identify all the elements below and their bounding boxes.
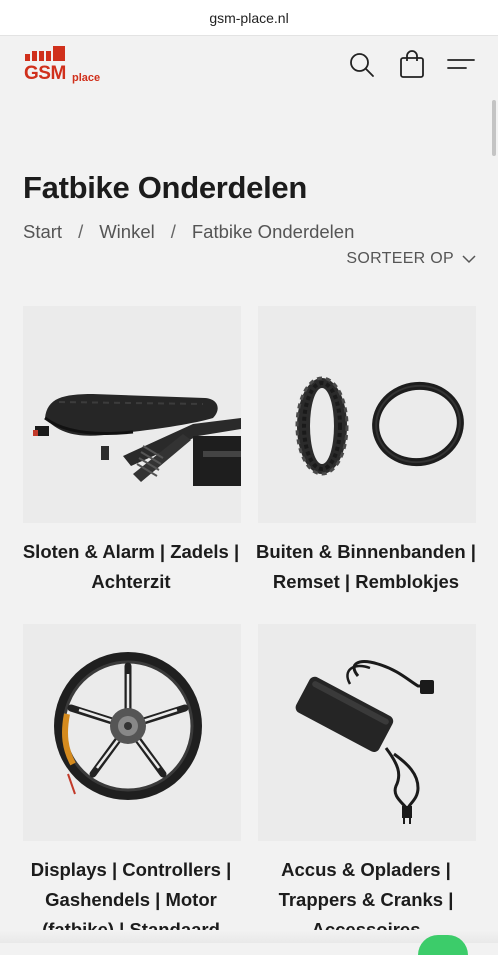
category-image-wheel[interactable] bbox=[23, 624, 241, 841]
breadcrumb: Start / Winkel / Fatbike Onderdelen bbox=[23, 221, 354, 243]
category-title-tires[interactable]: Buiten & Binnenbanden | Remset | Remblok… bbox=[248, 537, 484, 597]
breadcrumb-separator: / bbox=[78, 221, 84, 242]
logo-text-place: place bbox=[72, 72, 101, 84]
sort-dropdown[interactable]: SORTEER OP bbox=[346, 250, 476, 268]
battery-charger-image bbox=[295, 660, 434, 824]
cart-button[interactable] bbox=[397, 50, 427, 80]
browser-address-bar[interactable]: gsm-place.nl bbox=[0, 0, 498, 36]
page-scrollbar[interactable] bbox=[492, 100, 496, 156]
category-title-line: Remset | Remblokjes bbox=[272, 571, 460, 592]
logo-bars-graphic bbox=[25, 46, 65, 61]
chevron-down-icon bbox=[462, 255, 476, 264]
category-title-line: Buiten & Binnenbanden | bbox=[256, 541, 476, 562]
breadcrumb-current: Fatbike Onderdelen bbox=[191, 221, 355, 242]
category-title-seat[interactable]: Sloten & Alarm | Zadels | Achterzit bbox=[13, 537, 249, 597]
search-icon bbox=[350, 53, 374, 77]
category-title-line: Sloten & Alarm | Zadels | bbox=[22, 541, 240, 562]
fatbike-seat-image bbox=[33, 394, 241, 486]
search-button[interactable] bbox=[347, 50, 377, 80]
sort-label: SORTEER OP bbox=[346, 250, 454, 267]
menu-button[interactable] bbox=[446, 50, 476, 80]
url-text: gsm-place.nl bbox=[209, 9, 289, 26]
category-title-line: Gashendels | Motor bbox=[45, 889, 217, 910]
gsm-place-logo[interactable]: GSM place bbox=[24, 46, 114, 86]
breadcrumb-separator: / bbox=[170, 221, 176, 242]
shopping-bag-icon bbox=[400, 50, 424, 78]
page-title: Fatbike Onderdelen bbox=[23, 170, 307, 205]
category-title-line: Trappers & Cranks | bbox=[278, 889, 454, 910]
tire-and-inner-tube-image bbox=[295, 376, 464, 476]
logo-text-gsm: GSM bbox=[24, 63, 66, 84]
category-image-charger[interactable] bbox=[258, 624, 476, 841]
site-header: GSM place bbox=[0, 36, 498, 98]
category-title-line: Achterzit bbox=[91, 571, 171, 592]
category-image-tires[interactable] bbox=[258, 306, 476, 523]
category-image-seat[interactable] bbox=[23, 306, 241, 523]
wheel-hub-motor-image bbox=[54, 652, 202, 800]
category-title-line: Accus & Opladers | bbox=[281, 859, 451, 880]
menu-icon bbox=[447, 59, 475, 69]
breadcrumb-start[interactable]: Start bbox=[23, 221, 62, 243]
category-title-line: Displays | Controllers | bbox=[30, 859, 232, 880]
breadcrumb-winkel[interactable]: Winkel bbox=[99, 221, 155, 243]
